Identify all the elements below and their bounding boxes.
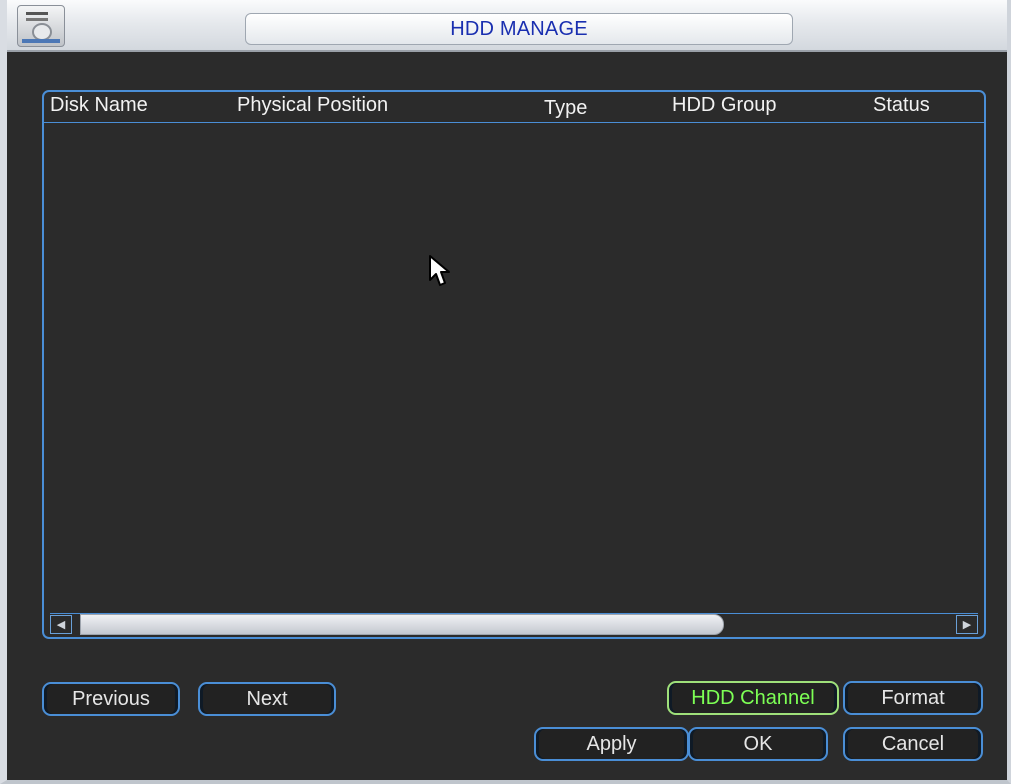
next-button[interactable]: Next [198, 682, 336, 716]
title-box: HDD MANAGE [245, 13, 793, 45]
hdd-channel-button[interactable]: HDD Channel [667, 681, 839, 715]
column-header-status[interactable]: Status [873, 94, 930, 117]
table-body[interactable] [44, 123, 984, 613]
hdd-manage-window: HDD MANAGE Disk Name Physical Position T… [0, 0, 1011, 784]
title-bar: HDD MANAGE [7, 0, 1007, 52]
format-button[interactable]: Format [843, 681, 983, 715]
mouse-pointer-icon [429, 255, 450, 286]
horizontal-scrollbar[interactable]: ◀ ▶ [50, 613, 978, 635]
window-title: HDD MANAGE [450, 17, 588, 40]
disk-table[interactable]: Disk Name Physical Position Type HDD Gro… [42, 90, 986, 639]
arrow-right-icon[interactable]: ▶ [956, 615, 978, 634]
table-header: Disk Name Physical Position Type HDD Gro… [44, 92, 984, 123]
column-header-physical-position[interactable]: Physical Position [237, 94, 388, 117]
previous-button[interactable]: Previous [42, 682, 180, 716]
content-area: Disk Name Physical Position Type HDD Gro… [7, 54, 1007, 780]
hdd-icon [17, 5, 65, 47]
column-header-hdd-group[interactable]: HDD Group [672, 94, 776, 117]
apply-button[interactable]: Apply [534, 727, 689, 761]
column-header-disk-name[interactable]: Disk Name [50, 94, 148, 117]
column-header-type[interactable]: Type [544, 97, 587, 120]
cancel-button[interactable]: Cancel [843, 727, 983, 761]
arrow-left-icon[interactable]: ◀ [50, 615, 72, 634]
scrollbar-thumb[interactable] [80, 614, 724, 635]
ok-button[interactable]: OK [688, 727, 828, 761]
